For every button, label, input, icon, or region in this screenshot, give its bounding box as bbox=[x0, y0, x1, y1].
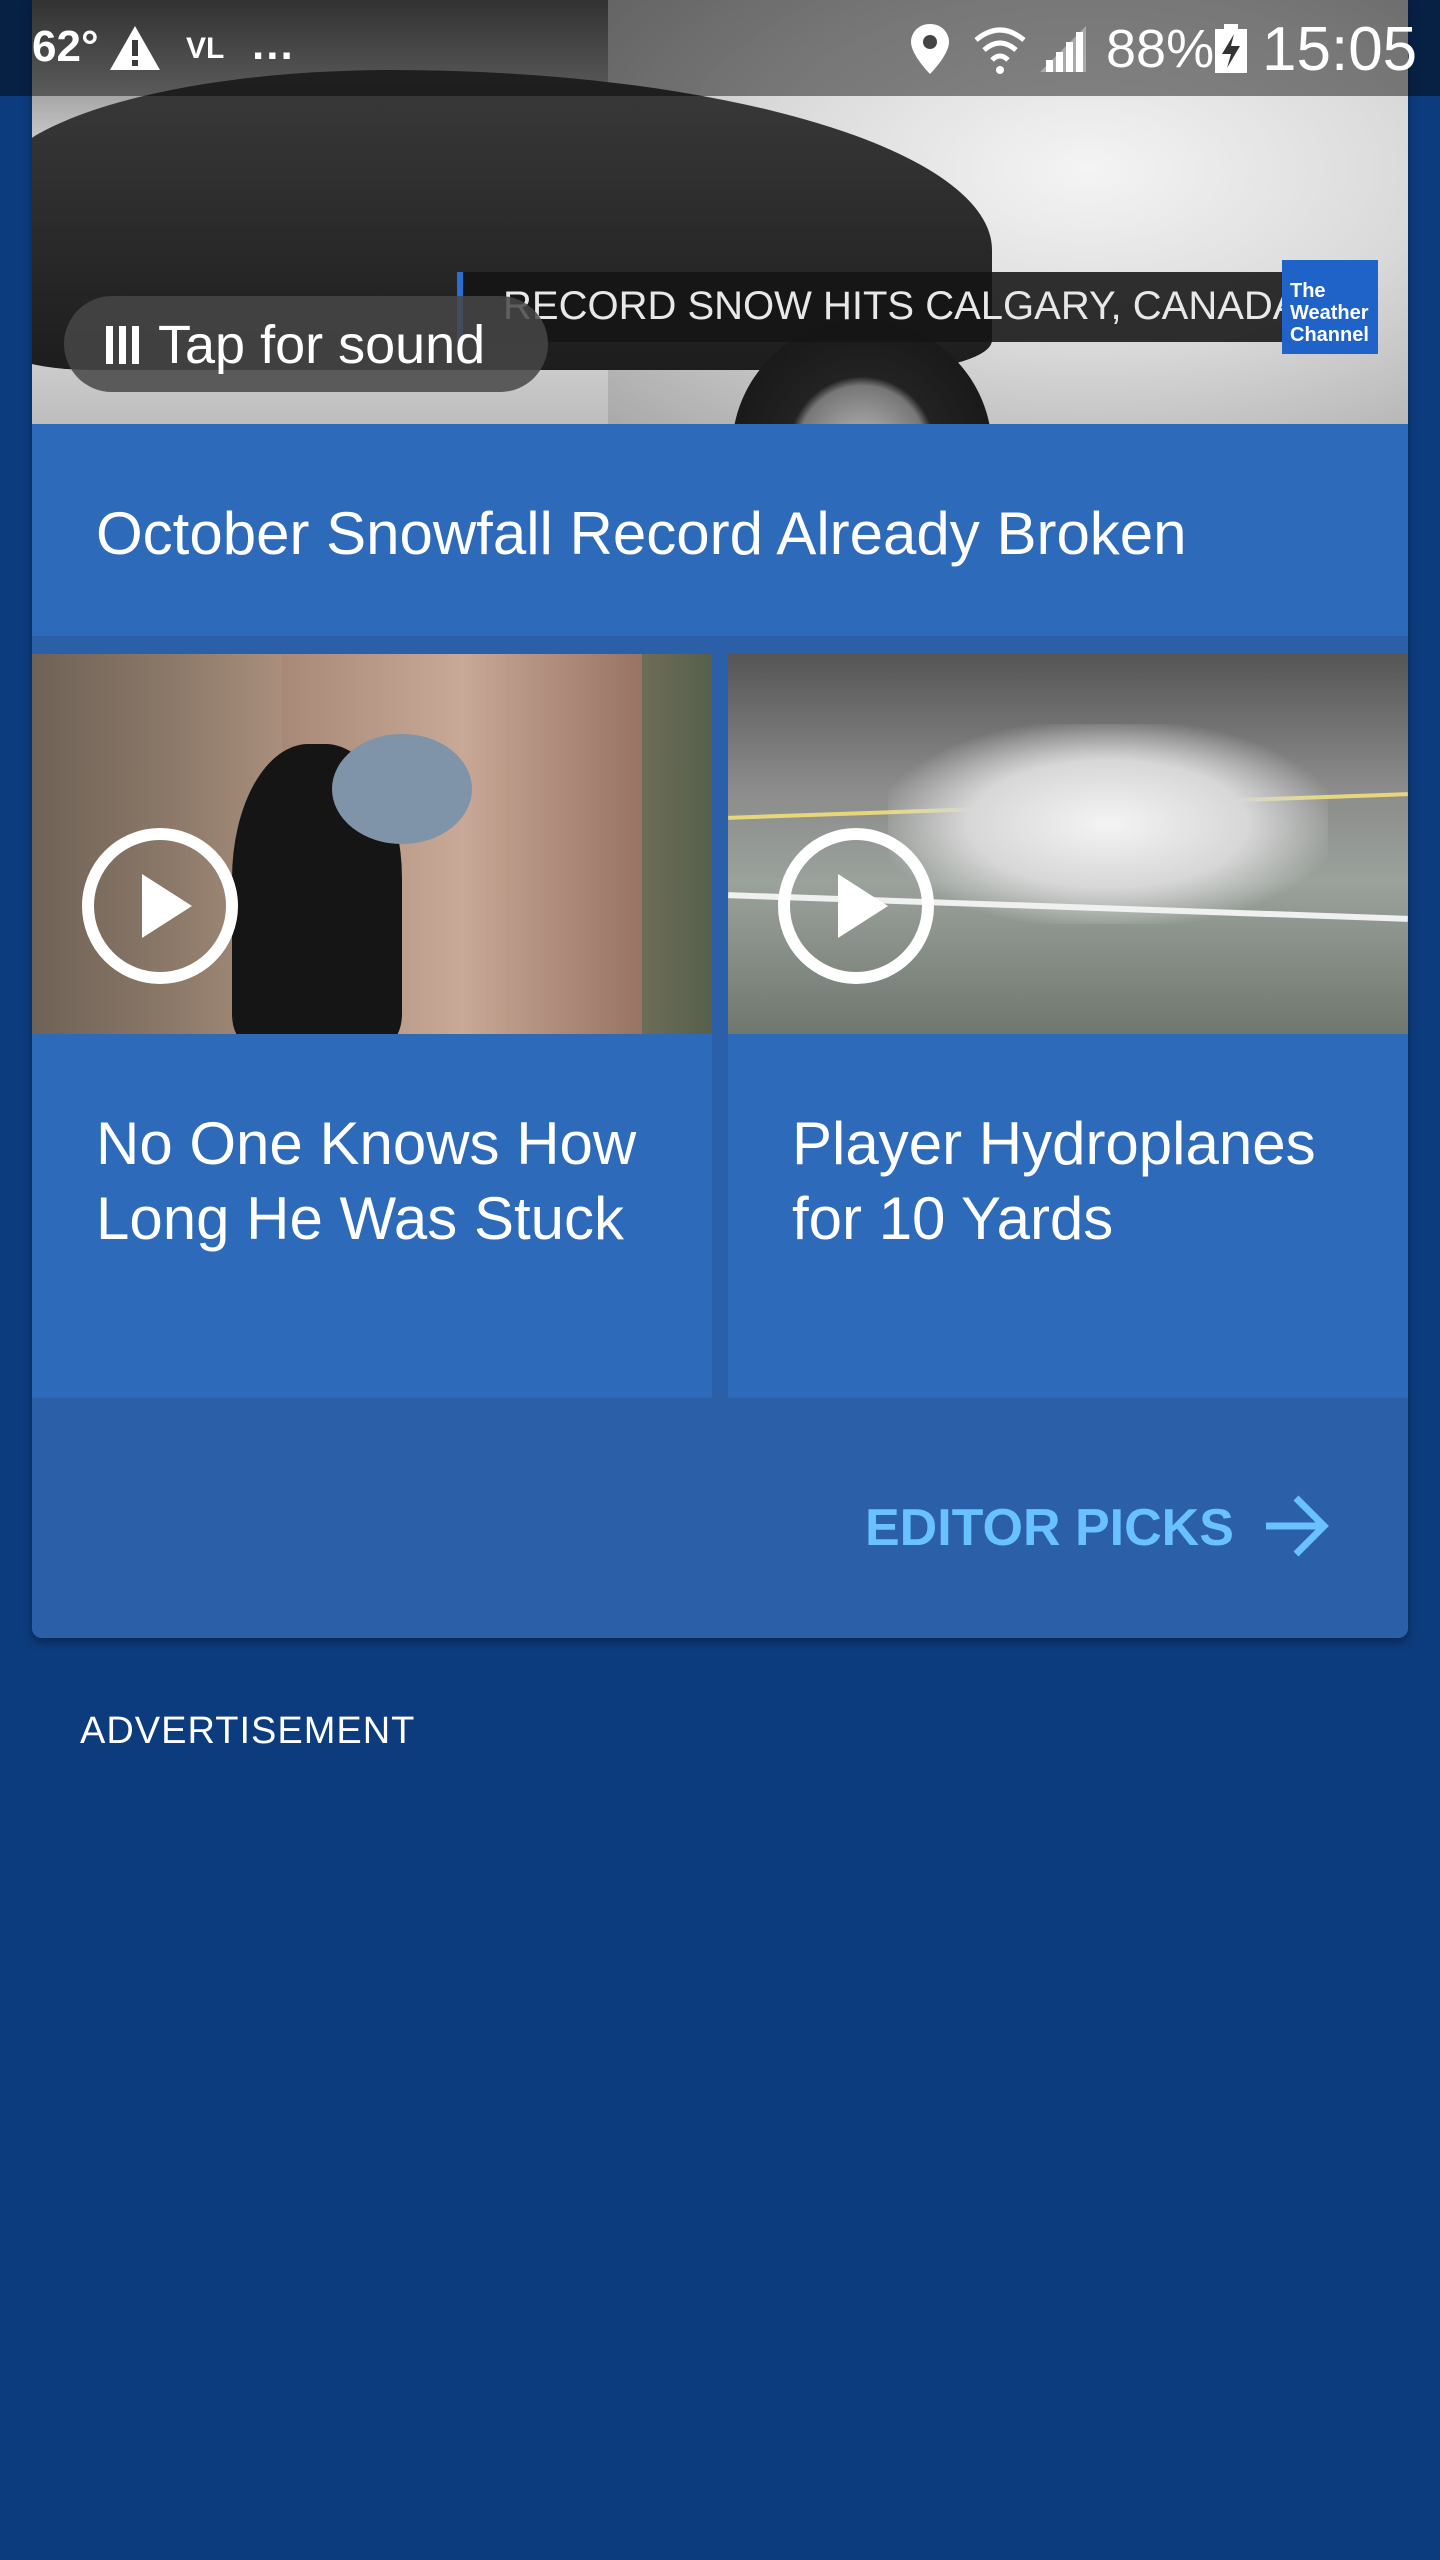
thumb-jar-shape bbox=[332, 734, 472, 844]
ticker-text: RECORD SNOW HITS CALGARY, CANADA bbox=[503, 284, 1300, 328]
video-thumbnail-football[interactable] bbox=[728, 654, 1408, 1034]
editor-picks-row: EDITOR PICKS bbox=[32, 1398, 1408, 1638]
video-title: Player Hydroplanes for 10 Yards bbox=[792, 1110, 1316, 1252]
editor-picks-link[interactable]: EDITOR PICKS bbox=[865, 1498, 1234, 1558]
thumb-spray-shape bbox=[888, 724, 1328, 924]
news-ticker: RECORD SNOW HITS CALGARY, CANADA bbox=[457, 272, 1311, 342]
tap-for-sound-button[interactable]: Tap for sound bbox=[64, 296, 548, 392]
temperature-indicator: 62° bbox=[32, 22, 99, 71]
main-headline-panel[interactable]: October Snowfall Record Already Broken bbox=[32, 424, 1408, 636]
tap-for-sound-label: Tap for sound bbox=[158, 315, 486, 375]
advertisement-label: ADVERTISEMENT bbox=[80, 1710, 416, 1752]
warning-icon bbox=[110, 26, 160, 70]
signal-icon bbox=[1040, 26, 1086, 72]
play-icon[interactable] bbox=[776, 826, 936, 986]
more-notifications-indicator: ... bbox=[252, 20, 295, 69]
video-thumbnail-bear[interactable] bbox=[32, 654, 712, 1034]
status-bar: 62° VL ... 88% 15:05 bbox=[0, 0, 1440, 96]
sound-bars-icon bbox=[106, 326, 139, 364]
video-card-bear[interactable]: No One Knows How Long He Was Stuck bbox=[32, 1034, 712, 1398]
main-headline: October Snowfall Record Already Broken bbox=[96, 500, 1187, 567]
video-card: RECORD SNOW HITS CALGARY, CANADA The Wea… bbox=[32, 0, 1408, 1638]
weather-channel-logo: The Weather Channel bbox=[1282, 260, 1378, 354]
video-title: No One Knows How Long He Was Stuck bbox=[96, 1110, 637, 1252]
carrier-indicator: VL bbox=[186, 32, 225, 65]
location-icon bbox=[911, 24, 949, 74]
play-icon[interactable] bbox=[80, 826, 240, 986]
clock: 15:05 bbox=[1262, 15, 1418, 84]
battery-charging-icon bbox=[1215, 24, 1247, 73]
video-card-football[interactable]: Player Hydroplanes for 10 Yards bbox=[728, 1034, 1408, 1398]
battery-percent: 88% bbox=[1106, 19, 1215, 79]
wifi-icon bbox=[974, 27, 1026, 74]
arrow-right-icon[interactable] bbox=[1260, 1490, 1332, 1562]
